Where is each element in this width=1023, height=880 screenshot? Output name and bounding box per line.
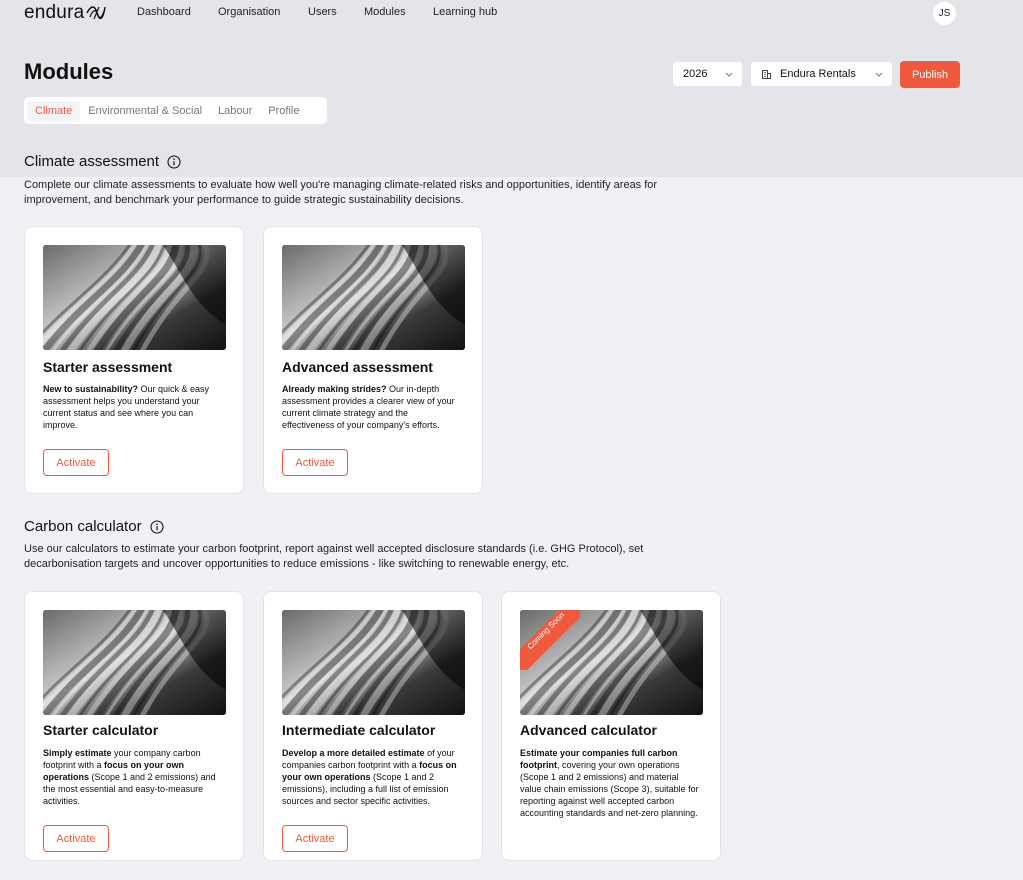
card-description: Estimate your companies full carbon foot… — [520, 747, 700, 819]
module-card-advanced-assessment: Advanced assessment Already making strid… — [263, 226, 483, 494]
card-description-bold: New to sustainability? — [43, 384, 139, 394]
nav-learning-hub[interactable]: Learning hub — [433, 6, 497, 18]
card-title: Advanced assessment — [282, 359, 433, 375]
header-band — [0, 0, 1023, 177]
nav-dashboard[interactable]: Dashboard — [137, 6, 191, 18]
module-card-advanced-calculator: Coming Soon Advanced calculator Estimate… — [501, 591, 721, 861]
section-title-text: Climate assessment — [24, 153, 160, 170]
tab-labour[interactable]: Labour — [210, 101, 260, 121]
card-description-bold: Simply estimate — [43, 748, 112, 758]
section-description: Use our calculators to estimate your car… — [24, 543, 644, 570]
card-description: Already making strides? Our in-depth ass… — [282, 383, 462, 431]
top-nav: endura Dashboard Organisation Users Modu… — [0, 0, 1023, 26]
tab-environmental-social[interactable]: Environmental & Social — [80, 101, 210, 121]
card-description: Develop a more detailed estimate of your… — [282, 747, 462, 807]
page-title: Modules — [24, 59, 114, 84]
activate-button[interactable]: Activate — [282, 449, 348, 476]
nav-organisation[interactable]: Organisation — [218, 6, 280, 18]
info-icon[interactable] — [150, 519, 164, 534]
activate-button[interactable]: Activate — [43, 825, 109, 852]
year-select[interactable]: 2026 — [672, 61, 743, 87]
section-title-climate-assessment: Climate assessment — [24, 153, 181, 170]
card-description: New to sustainability? Our quick & easy … — [43, 383, 223, 431]
card-image: Coming Soon — [520, 610, 703, 715]
abstract-photo — [282, 245, 465, 350]
module-card-starter-calculator: Starter calculator Simply estimate your … — [24, 591, 244, 861]
info-icon[interactable] — [167, 154, 181, 169]
card-image — [43, 245, 226, 350]
abstract-photo — [43, 245, 226, 350]
card-description-bold: Develop a more detailed estimate — [282, 748, 425, 758]
section-title-carbon-calculator: Carbon calculator — [24, 518, 164, 535]
building-icon — [762, 69, 771, 79]
module-card-starter-assessment: Starter assessment New to sustainability… — [24, 226, 244, 494]
coming-soon-label: Coming Soon — [520, 610, 580, 670]
chevron-down-icon — [875, 72, 883, 77]
card-description: Simply estimate your company carbon foot… — [43, 747, 223, 807]
card-title: Starter assessment — [43, 359, 173, 375]
publish-button[interactable]: Publish — [900, 61, 960, 88]
year-select-value: 2026 — [683, 68, 708, 80]
section-description: Complete our climate assessments to eval… — [24, 179, 658, 206]
module-card-intermediate-calculator: Intermediate calculator Develop a more d… — [263, 591, 483, 861]
section-title-text: Carbon calculator — [24, 518, 142, 535]
logo-text: endura — [24, 2, 85, 23]
tab-profile[interactable]: Profile — [260, 101, 307, 121]
logo[interactable]: endura — [24, 2, 107, 24]
module-tabs: Climate Environmental & Social Labour Pr… — [24, 97, 327, 124]
organisation-select-value: Endura Rentals — [780, 68, 856, 80]
card-image — [43, 610, 226, 715]
chevron-down-icon — [725, 72, 733, 77]
activate-button[interactable]: Activate — [43, 449, 109, 476]
card-title: Advanced calculator — [520, 722, 657, 738]
logo-mark-icon — [86, 6, 107, 20]
card-title: Intermediate calculator — [282, 722, 436, 738]
abstract-photo — [43, 610, 226, 715]
nav-modules[interactable]: Modules — [364, 6, 406, 18]
card-title: Starter calculator — [43, 722, 159, 738]
user-avatar[interactable]: JS — [933, 2, 956, 25]
abstract-photo — [282, 610, 465, 715]
activate-button[interactable]: Activate — [282, 825, 348, 852]
nav-users[interactable]: Users — [308, 6, 337, 18]
card-description-bold: Already making strides? — [282, 384, 387, 394]
card-image — [282, 610, 465, 715]
card-image — [282, 245, 465, 350]
tab-climate[interactable]: Climate — [27, 100, 81, 121]
coming-soon-ribbon: Coming Soon — [520, 610, 580, 670]
organisation-select[interactable]: Endura Rentals — [750, 61, 893, 87]
